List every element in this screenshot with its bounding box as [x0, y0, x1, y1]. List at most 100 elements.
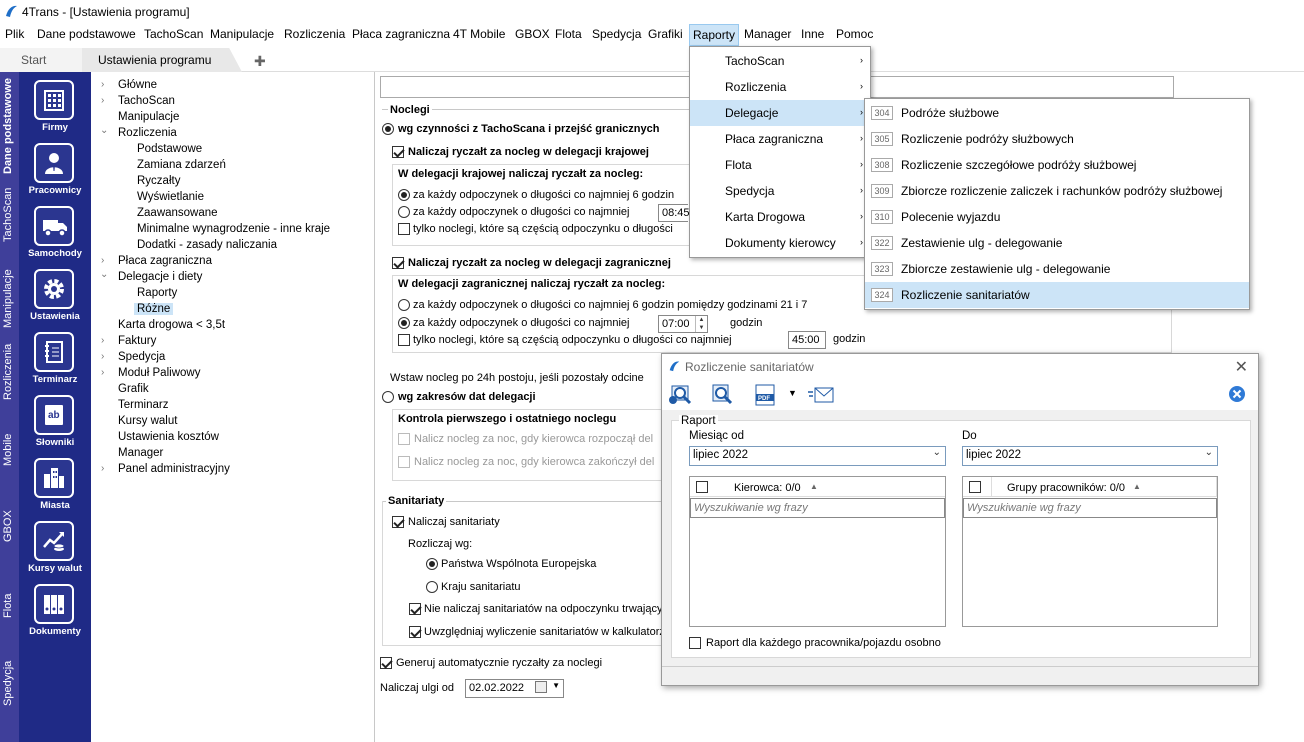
tree-item-dodatki[interactable]: Dodatki - zasady naliczania [137, 239, 277, 251]
menu-raporty[interactable]: Raporty [689, 24, 740, 46]
tree-item-rozliczenia[interactable]: Rozliczenia [118, 127, 177, 139]
tree-item-glowne[interactable]: Główne [118, 79, 157, 91]
tab-start[interactable]: Start [0, 48, 82, 72]
dropdown-arrow-icon[interactable]: ▼ [552, 681, 560, 690]
raporty-item-karta-drogowa[interactable]: Karta Drogowa › [690, 204, 870, 230]
report-308-item[interactable]: 308 Rozliczenie szczegółowe podróży służb… [865, 152, 1249, 178]
dokumenty-button[interactable]: Dokumenty [19, 578, 91, 640]
naliczaj-sanit-checkbox[interactable] [392, 516, 404, 528]
menu-spedycja[interactable]: Spedycja [592, 27, 641, 41]
uwzgledniaj-checkbox[interactable] [409, 626, 421, 638]
zagr-r2-radio[interactable] [398, 317, 410, 329]
tree-item-grafik[interactable]: Grafik [118, 383, 149, 395]
menu-manager[interactable]: Manager [744, 27, 791, 41]
tree-item-zamiana-zdarzen[interactable]: Zamiana zdarzeń [137, 159, 226, 171]
kraj-r1-radio[interactable] [398, 189, 410, 201]
terminarz-button[interactable]: Terminarz [19, 326, 91, 388]
vtab-rozliczenia[interactable]: Rozliczenia [2, 344, 14, 400]
vtab-tachoscan[interactable]: TachoScan [2, 188, 14, 242]
cancel-icon[interactable] [1228, 385, 1246, 403]
ulgi-date-input[interactable]: 02.02.2022 ▼ [465, 679, 564, 698]
tree-item-panel-administracyjny[interactable]: Panel administracyjny [118, 463, 230, 475]
panstwa-radio[interactable] [426, 558, 438, 570]
menu-pomoc[interactable]: Pomoc [836, 27, 873, 41]
menu-grafiki[interactable]: Grafiki [648, 27, 683, 41]
preview-icon[interactable] [710, 384, 736, 406]
raporty-item-tachoscan[interactable]: TachoScan › [690, 48, 870, 74]
per-employee-checkbox[interactable] [689, 637, 701, 649]
miesiac-od-select[interactable]: lipiec 2022 ⌄ [689, 446, 946, 466]
tree-item-podstawowe[interactable]: Podstawowe [137, 143, 202, 155]
kontrola-2-checkbox[interactable] [398, 456, 410, 468]
pdf-dropdown-arrow-icon[interactable]: ▼ [788, 388, 797, 398]
grupy-select-all-checkbox[interactable] [969, 481, 981, 493]
tree-item-minimalne-wynagrodzenie[interactable]: Minimalne wynagrodzenie - inne kraje [137, 223, 330, 235]
tree-item-delegacje-i-diety[interactable]: Delegacje i diety [118, 271, 202, 283]
raporty-item-dokumenty-kierowcy[interactable]: Dokumenty kierowcy › [690, 230, 870, 256]
report-324-item[interactable]: 324 Rozliczenie sanitariatów [865, 282, 1249, 308]
email-icon[interactable] [807, 384, 835, 406]
tree-item-modul-paliwowy[interactable]: Moduł Paliwowy [118, 367, 200, 379]
vtab-spedycja[interactable]: Spedycja [2, 661, 14, 706]
generate-report-icon[interactable] [668, 384, 696, 406]
menu-dane-podstawowe[interactable]: Dane podstawowe [37, 27, 136, 41]
tree-item-terminarz[interactable]: Terminarz [118, 399, 168, 411]
tab-ustawienia-programu[interactable]: Ustawienia programu [82, 48, 242, 72]
tree-item-manager[interactable]: Manager [118, 447, 163, 459]
tree-item-ryczalty[interactable]: Ryczałty [137, 175, 180, 187]
firmy-button[interactable]: Firmy [19, 74, 91, 136]
tree-item-karta-drogowa[interactable]: Karta drogowa < 3,5t [118, 319, 225, 331]
tree-expander-icon[interactable]: › [101, 335, 104, 346]
zagr-only-time-input[interactable]: 45:00 [788, 331, 826, 349]
zagr-r2-time-input[interactable]: 07:00 ▲ ▼ [658, 315, 708, 333]
menu-rozliczenia[interactable]: Rozliczenia [284, 27, 345, 41]
tree-expander-icon[interactable]: › [101, 351, 104, 362]
tree-expander-icon[interactable]: › [101, 367, 104, 378]
add-tab-icon[interactable]: ✚ [254, 53, 266, 70]
grupy-header-label[interactable]: Grupy pracowników: 0/0 [1007, 482, 1125, 494]
tree-item-manipulacje[interactable]: Manipulacje [118, 111, 179, 123]
report-322-item[interactable]: 322 Zestawienie ulg - delegowanie [865, 230, 1249, 256]
ustawienia-button[interactable]: Ustawienia [19, 263, 91, 325]
zagr-only-checkbox[interactable] [398, 334, 410, 346]
sort-asc-icon[interactable]: ▲ [810, 482, 818, 491]
kierowcy-header-label[interactable]: Kierowca: 0/0 [734, 482, 801, 494]
tree-expander-icon[interactable]: › [101, 95, 104, 106]
generuj-checkbox[interactable] [380, 657, 392, 669]
vtab-mobile[interactable]: Mobile [2, 434, 14, 466]
menu-flota[interactable]: Flota [555, 27, 582, 41]
report-304-item[interactable]: 304 Podróże służbowe [865, 100, 1249, 126]
vtab-dane-podstawowe[interactable]: Dane podstawowe [2, 78, 14, 174]
tree-item-tachoscan[interactable]: TachoScan [118, 95, 175, 107]
kursy-walut-button[interactable]: Kursy walut [19, 515, 91, 577]
naliczaj-kraj-checkbox[interactable] [392, 146, 404, 158]
kierowcy-select-all-checkbox[interactable] [696, 481, 708, 493]
tree-expander-icon[interactable]: › [101, 255, 104, 266]
raporty-item-placa-zagraniczna[interactable]: Płaca zagraniczna › [690, 126, 870, 152]
raporty-item-flota[interactable]: Flota › [690, 152, 870, 178]
raporty-item-delegacje[interactable]: Delegacje › [690, 100, 870, 126]
tree-item-wyswietlanie[interactable]: Wyświetlanie [137, 191, 204, 203]
report-323-item[interactable]: 323 Zbiorcze zestawienie ulg - delegowani… [865, 256, 1249, 282]
pdf-export-icon[interactable]: PDF [754, 384, 776, 406]
report-305-item[interactable]: 305 Rozliczenie podróży służbowych [865, 126, 1249, 152]
menu-plik[interactable]: Plik [5, 27, 24, 41]
opt-zakres-radio[interactable] [382, 391, 394, 403]
kierowcy-list[interactable]: Kierowca: 0/0 ▲ Wyszukiwanie wg frazy [689, 476, 946, 627]
menu-inne[interactable]: Inne [801, 27, 824, 41]
naliczaj-zagr-checkbox[interactable] [392, 257, 404, 269]
miasta-button[interactable]: Miasta [19, 452, 91, 514]
nie-naliczaj-checkbox[interactable] [409, 603, 421, 615]
menu-tachoscan[interactable]: TachoScan [144, 27, 203, 41]
menu-placa-zagraniczna[interactable]: Płaca zagraniczna [352, 27, 450, 41]
menu-4t-mobile[interactable]: 4T Mobile [453, 27, 505, 41]
kraju-radio[interactable] [426, 581, 438, 593]
kraj-r2-radio[interactable] [398, 206, 410, 218]
kraj-only-checkbox[interactable] [398, 223, 410, 235]
vtab-gbox[interactable]: GBOX [2, 510, 14, 542]
vtab-manipulacje[interactable]: Manipulacje [2, 269, 14, 328]
sort-asc-icon[interactable]: ▲ [1133, 482, 1141, 491]
tree-item-zaawansowane[interactable]: Zaawansowane [137, 207, 218, 219]
vtab-flota[interactable]: Flota [2, 594, 14, 618]
pracownicy-button[interactable]: Pracownicy [19, 137, 91, 199]
